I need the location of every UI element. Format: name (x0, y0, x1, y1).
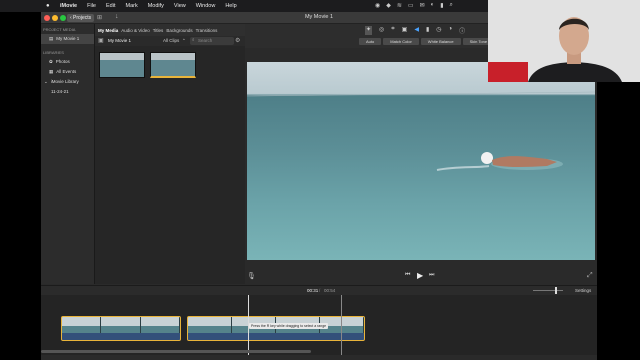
browser-tabs: My Media Audio & Video Titles Background… (95, 24, 245, 36)
sidebar-item-all-events[interactable]: ▦ All Events (41, 67, 94, 77)
sidebar-item-project[interactable]: ▤ My Movie 1 (41, 34, 94, 44)
menu-edit[interactable]: Edit (106, 3, 115, 9)
events-icon: ▦ (49, 69, 54, 74)
menu-help[interactable]: Help (225, 3, 236, 9)
volume-icon[interactable]: ◀ (414, 26, 419, 35)
menu-file[interactable]: File (87, 3, 96, 9)
media-browser (95, 46, 245, 284)
sidebar-item-imovie-library[interactable]: ⌄ iMovie Library (41, 77, 94, 87)
display-icon[interactable]: ▭ (408, 2, 414, 9)
tab-my-media[interactable]: My Media (98, 28, 118, 33)
sidebar-item-label: 11-24-21 (51, 89, 69, 94)
playback-controls: 🎙 ⏮ ▶ ⏭ ⤢ (245, 268, 597, 286)
browser-project-label: My Movie 1 (108, 38, 132, 43)
speed-icon[interactable]: ◷ (436, 26, 441, 35)
zoom-slider-handle[interactable] (555, 287, 557, 294)
sidebar-item-label: Photos (55, 59, 70, 64)
presenter-video (488, 0, 640, 82)
skip-back-icon[interactable]: ⏮ (405, 272, 410, 279)
sidebar-toggle-icon[interactable]: ▣ (98, 37, 104, 44)
noise-reduction-icon[interactable]: ▮ (426, 26, 429, 35)
filter-icon[interactable]: ◑ (449, 26, 453, 35)
color-balance-icon[interactable]: ◎ (379, 26, 384, 35)
tab-transitions[interactable]: Transitions (196, 28, 218, 33)
timecode-separator: / (319, 288, 321, 293)
auto-button[interactable]: Auto (359, 38, 382, 45)
crop-icon[interactable]: ⌗ (391, 26, 394, 35)
sidebar-item-label: iMovie Library (50, 79, 79, 84)
play-icon[interactable]: ▶ (417, 271, 423, 280)
dropbox-icon[interactable]: ◆ (386, 2, 391, 9)
clip-filter-select[interactable]: All Clips (163, 38, 179, 43)
playhead[interactable] (248, 295, 249, 355)
status-icons: ◉ ◆ ≋ ▭ ✉ ◐ ▮ ⌕ (375, 2, 453, 9)
search-input[interactable]: ⌕ Search (190, 37, 234, 45)
tab-titles[interactable]: Titles (153, 28, 164, 33)
menu-modify[interactable]: Modify (148, 3, 164, 9)
sidebar-item-photos[interactable]: ✿ Photos (41, 57, 94, 67)
skimmer-line (341, 295, 342, 355)
timeline-header: 00:31 / 00:54 Settings (41, 285, 597, 295)
sidebar-item-label: All Events (56, 69, 77, 74)
menu-view[interactable]: View (174, 3, 186, 9)
media-clip-thumbnail[interactable] (99, 52, 145, 78)
timeline-clip[interactable] (61, 316, 181, 341)
white-balance-button[interactable]: White Balance (420, 38, 461, 45)
timecode-current: 00:31 (307, 288, 319, 293)
zoom-slider[interactable] (533, 290, 563, 291)
libraries-heading: LIBRARIES (43, 50, 64, 55)
skip-forward-icon[interactable]: ⏭ (429, 272, 434, 279)
film-icon: ▤ (49, 36, 54, 41)
timecode-total: 00:54 (324, 288, 336, 293)
media-clip-thumbnail[interactable] (150, 52, 196, 78)
libraries-sidebar: PROJECT MEDIA ▤ My Movie 1 LIBRARIES ✿ P… (41, 24, 95, 284)
browser-bar: ▣ My Movie 1 All Clips ⌃ ⌕ Search ⚙ (95, 36, 245, 46)
fullscreen-icon[interactable]: ⤢ (587, 272, 593, 280)
magic-wand-icon[interactable]: ✦ (365, 26, 373, 35)
settings-gear-icon[interactable]: ⚙ (235, 37, 240, 44)
timeline: Press the R key while dragging to select… (41, 295, 597, 355)
microphone-icon[interactable]: 🎙 (247, 272, 256, 280)
match-color-button[interactable]: Match Color (383, 38, 419, 45)
timeline-settings-button[interactable]: Settings (575, 288, 591, 293)
menu-app[interactable]: iMovie (60, 3, 77, 9)
webcam-overlay (488, 0, 640, 82)
tab-backgrounds[interactable]: Backgrounds (166, 28, 192, 33)
sidebar-item-event[interactable]: 11-24-21 (41, 87, 94, 96)
timeline-scrollbar[interactable] (41, 350, 311, 353)
audio-waveform (188, 333, 364, 340)
apple-icon[interactable]: ● (46, 3, 52, 9)
audio-waveform (62, 333, 180, 340)
photos-icon: ✿ (49, 59, 53, 64)
battery-icon[interactable]: ▮ (440, 2, 443, 9)
filter-chevron-icon[interactable]: ⌃ (182, 38, 186, 44)
chat-icon[interactable]: ✉ (420, 2, 425, 9)
swimmer-frame (247, 91, 595, 171)
record-icon[interactable]: ◉ (375, 2, 380, 9)
project-media-heading: PROJECT MEDIA (43, 27, 76, 32)
tooltip: Press the R key while dragging to select… (249, 323, 329, 329)
search-placeholder: Search (198, 38, 213, 43)
menu-window[interactable]: Window (196, 3, 216, 9)
video-viewer (247, 62, 595, 260)
sound-icon[interactable]: ◐ (431, 2, 435, 9)
disclosure-icon[interactable]: ⌄ (44, 79, 48, 85)
sidebar-item-label: My Movie 1 (56, 36, 80, 41)
wifi-icon[interactable]: ≋ (397, 2, 402, 9)
menu-mark[interactable]: Mark (125, 3, 137, 9)
info-icon[interactable]: ⓘ (459, 26, 465, 35)
search-icon[interactable]: ⌕ (450, 2, 453, 9)
tab-audio-video[interactable]: Audio & Video (121, 28, 149, 33)
search-icon: ⌕ (192, 37, 195, 42)
stabilization-icon[interactable]: ▣ (402, 26, 408, 35)
